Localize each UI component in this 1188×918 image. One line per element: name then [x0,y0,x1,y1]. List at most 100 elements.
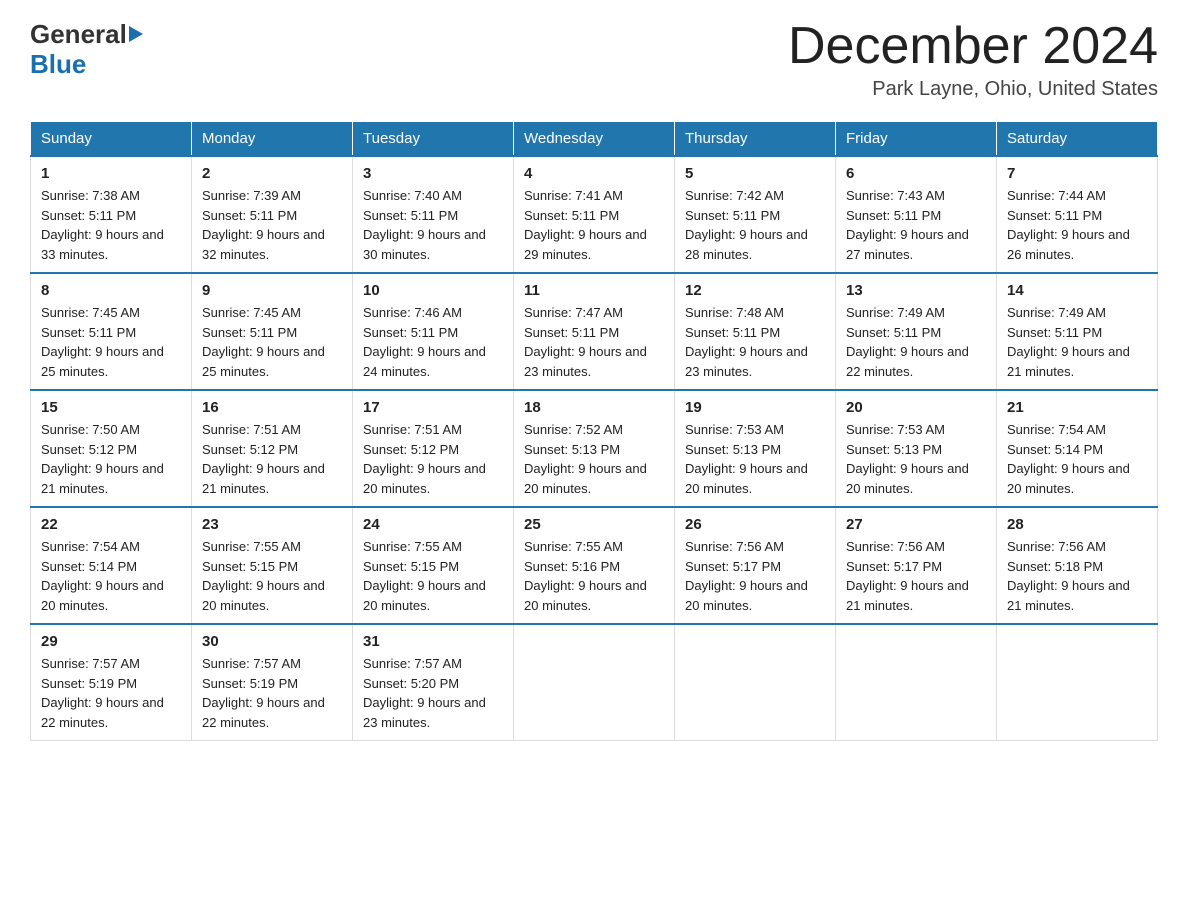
day-info: Sunrise: 7:53 AMSunset: 5:13 PMDaylight:… [685,420,825,498]
day-info: Sunrise: 7:56 AMSunset: 5:18 PMDaylight:… [1007,537,1147,615]
day-number: 6 [846,165,986,182]
location-subtitle: Park Layne, Ohio, United States [788,78,1158,101]
day-number: 15 [41,399,181,416]
day-number: 8 [41,282,181,299]
calendar-table: SundayMondayTuesdayWednesdayThursdayFrid… [30,121,1158,741]
calendar-cell: 28 Sunrise: 7:56 AMSunset: 5:18 PMDayligh… [997,507,1158,624]
logo-general: General [30,19,127,49]
day-info: Sunrise: 7:51 AMSunset: 5:12 PMDaylight:… [202,420,342,498]
day-info: Sunrise: 7:39 AMSunset: 5:11 PMDaylight:… [202,186,342,264]
calendar-cell: 6 Sunrise: 7:43 AMSunset: 5:11 PMDaylight… [836,156,997,273]
day-number: 12 [685,282,825,299]
calendar-header-row: SundayMondayTuesdayWednesdayThursdayFrid… [31,122,1158,157]
calendar-cell: 18 Sunrise: 7:52 AMSunset: 5:13 PMDayligh… [514,390,675,507]
calendar-cell: 7Sunrise: 7:44 AMSunset: 5:11 PMDaylight… [997,156,1158,273]
calendar-cell: 22 Sunrise: 7:54 AMSunset: 5:14 PMDayligh… [31,507,192,624]
column-header-sunday: Sunday [31,122,192,157]
day-info: Sunrise: 7:54 AMSunset: 5:14 PMDaylight:… [41,537,181,615]
day-number: 10 [363,282,503,299]
day-info: Sunrise: 7:49 AMSunset: 5:11 PMDaylight:… [846,303,986,381]
day-number: 18 [524,399,664,416]
calendar-week-5: 29Sunrise: 7:57 AMSunset: 5:19 PMDayligh… [31,624,1158,741]
day-info: Sunrise: 7:55 AMSunset: 5:15 PMDaylight:… [363,537,503,615]
day-number: 17 [363,399,503,416]
day-info: Sunrise: 7:38 AMSunset: 5:11 PMDaylight:… [41,186,181,264]
day-info: Sunrise: 7:40 AMSunset: 5:11 PMDaylight:… [363,186,503,264]
day-info: Sunrise: 7:46 AMSunset: 5:11 PMDaylight:… [363,303,503,381]
logo-arrow-icon [129,26,143,42]
day-number: 27 [846,516,986,533]
day-info: Sunrise: 7:47 AMSunset: 5:11 PMDaylight:… [524,303,664,381]
calendar-cell: 24 Sunrise: 7:55 AMSunset: 5:15 PMDayligh… [353,507,514,624]
day-number: 7 [1007,165,1147,182]
calendar-cell [836,624,997,741]
day-info: Sunrise: 7:54 AMSunset: 5:14 PMDaylight:… [1007,420,1147,498]
day-number: 5 [685,165,825,182]
column-header-wednesday: Wednesday [514,122,675,157]
day-info: Sunrise: 7:48 AMSunset: 5:11 PMDaylight:… [685,303,825,381]
calendar-cell: 14 Sunrise: 7:49 AMSunset: 5:11 PMDayligh… [997,273,1158,390]
calendar-week-1: 1Sunrise: 7:38 AMSunset: 5:11 PMDaylight… [31,156,1158,273]
calendar-week-2: 8 Sunrise: 7:45 AMSunset: 5:11 PMDaylight… [31,273,1158,390]
page-header: General Blue December 2024 Park Layne, O… [30,20,1158,101]
calendar-cell: 8 Sunrise: 7:45 AMSunset: 5:11 PMDaylight… [31,273,192,390]
calendar-cell: 16 Sunrise: 7:51 AMSunset: 5:12 PMDayligh… [192,390,353,507]
calendar-body: 1Sunrise: 7:38 AMSunset: 5:11 PMDaylight… [31,156,1158,741]
calendar-cell: 4Sunrise: 7:41 AMSunset: 5:11 PMDaylight… [514,156,675,273]
calendar-cell [675,624,836,741]
day-number: 19 [685,399,825,416]
logo-blue: Blue [30,50,86,80]
calendar-week-3: 15 Sunrise: 7:50 AMSunset: 5:12 PMDayligh… [31,390,1158,507]
calendar-cell: 31Sunrise: 7:57 AMSunset: 5:20 PMDayligh… [353,624,514,741]
day-number: 30 [202,633,342,650]
calendar-cell: 27Sunrise: 7:56 AMSunset: 5:17 PMDayligh… [836,507,997,624]
day-number: 31 [363,633,503,650]
calendar-cell [514,624,675,741]
calendar-cell: 23 Sunrise: 7:55 AMSunset: 5:15 PMDayligh… [192,507,353,624]
day-number: 25 [524,516,664,533]
day-info: Sunrise: 7:53 AMSunset: 5:13 PMDaylight:… [846,420,986,498]
day-number: 28 [1007,516,1147,533]
day-number: 24 [363,516,503,533]
day-info: Sunrise: 7:50 AMSunset: 5:12 PMDaylight:… [41,420,181,498]
calendar-cell: 26Sunrise: 7:56 AMSunset: 5:17 PMDayligh… [675,507,836,624]
day-number: 3 [363,165,503,182]
calendar-cell: 15 Sunrise: 7:50 AMSunset: 5:12 PMDayligh… [31,390,192,507]
calendar-cell: 20 Sunrise: 7:53 AMSunset: 5:13 PMDayligh… [836,390,997,507]
day-number: 26 [685,516,825,533]
day-info: Sunrise: 7:49 AMSunset: 5:11 PMDaylight:… [1007,303,1147,381]
column-header-saturday: Saturday [997,122,1158,157]
day-number: 16 [202,399,342,416]
column-header-tuesday: Tuesday [353,122,514,157]
day-number: 22 [41,516,181,533]
calendar-cell: 19 Sunrise: 7:53 AMSunset: 5:13 PMDayligh… [675,390,836,507]
calendar-cell: 21Sunrise: 7:54 AMSunset: 5:14 PMDayligh… [997,390,1158,507]
month-title: December 2024 [788,20,1158,72]
calendar-cell: 30 Sunrise: 7:57 AMSunset: 5:19 PMDayligh… [192,624,353,741]
day-number: 4 [524,165,664,182]
calendar-cell: 11 Sunrise: 7:47 AMSunset: 5:11 PMDayligh… [514,273,675,390]
day-number: 11 [524,282,664,299]
title-block: December 2024 Park Layne, Ohio, United S… [788,20,1158,101]
day-info: Sunrise: 7:45 AMSunset: 5:11 PMDaylight:… [41,303,181,381]
logo: General Blue [30,20,143,80]
calendar-week-4: 22 Sunrise: 7:54 AMSunset: 5:14 PMDayligh… [31,507,1158,624]
day-number: 2 [202,165,342,182]
calendar-cell: 9Sunrise: 7:45 AMSunset: 5:11 PMDaylight… [192,273,353,390]
calendar-cell: 17Sunrise: 7:51 AMSunset: 5:12 PMDayligh… [353,390,514,507]
day-number: 20 [846,399,986,416]
column-header-thursday: Thursday [675,122,836,157]
day-info: Sunrise: 7:55 AMSunset: 5:15 PMDaylight:… [202,537,342,615]
calendar-cell: 29Sunrise: 7:57 AMSunset: 5:19 PMDayligh… [31,624,192,741]
day-number: 23 [202,516,342,533]
day-info: Sunrise: 7:57 AMSunset: 5:19 PMDaylight:… [202,654,342,732]
day-info: Sunrise: 7:52 AMSunset: 5:13 PMDaylight:… [524,420,664,498]
day-number: 14 [1007,282,1147,299]
calendar-cell: 3 Sunrise: 7:40 AMSunset: 5:11 PMDaylight… [353,156,514,273]
calendar-cell: 5Sunrise: 7:42 AMSunset: 5:11 PMDaylight… [675,156,836,273]
day-info: Sunrise: 7:43 AMSunset: 5:11 PMDaylight:… [846,186,986,264]
column-header-monday: Monday [192,122,353,157]
calendar-cell: 2 Sunrise: 7:39 AMSunset: 5:11 PMDaylight… [192,156,353,273]
day-number: 9 [202,282,342,299]
day-info: Sunrise: 7:57 AMSunset: 5:19 PMDaylight:… [41,654,181,732]
